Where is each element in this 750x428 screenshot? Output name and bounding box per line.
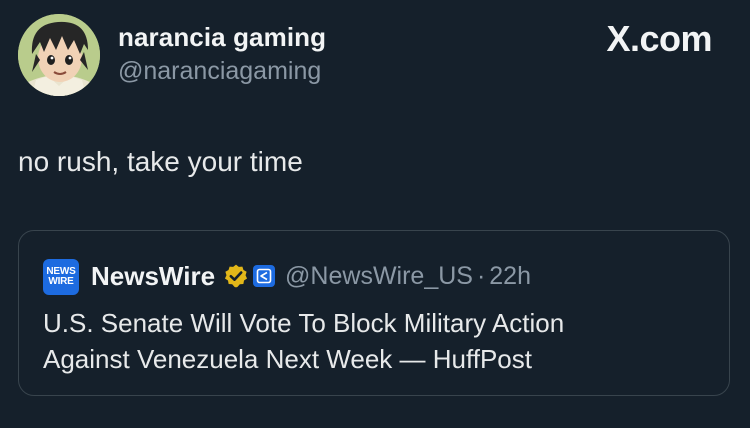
gold-verified-badge-icon[interactable] [223,263,249,289]
affiliate-badge-icon[interactable] [253,265,276,287]
author-display-name[interactable]: narancia gaming [118,22,326,53]
quoted-post-header: NewsWire @NewsWire_US · 22h [91,259,531,293]
post-text: no rush, take your time [18,146,303,177]
anime-avatar-icon [18,14,100,96]
logo-text-line2: WIRE [48,276,74,287]
quoted-author-handle[interactable]: @NewsWire_US [285,262,473,291]
author-handle[interactable]: @naranciagaming [118,57,321,86]
quoted-author-name[interactable]: NewsWire [91,261,215,292]
post: narancia gaming @naranciagaming X.com no… [0,0,750,428]
quoted-text-line2: Against Venezuela Next Week — HuffPost [43,344,532,374]
newswire-logo-icon[interactable]: NEWS WIRE [43,259,79,295]
quoted-post-time[interactable]: 22h [489,262,531,291]
quoted-text-line1: U.S. Senate Will Vote To Block Military … [43,308,565,338]
x-com-watermark: X.com [606,18,712,59]
header-separator: · [476,261,486,290]
quoted-post-text: U.S. Senate Will Vote To Block Military … [43,305,713,377]
quoted-post-card[interactable]: NEWS WIRE NewsWire @NewsWire_US · 22h U.… [18,230,730,396]
author-avatar[interactable] [18,14,100,96]
